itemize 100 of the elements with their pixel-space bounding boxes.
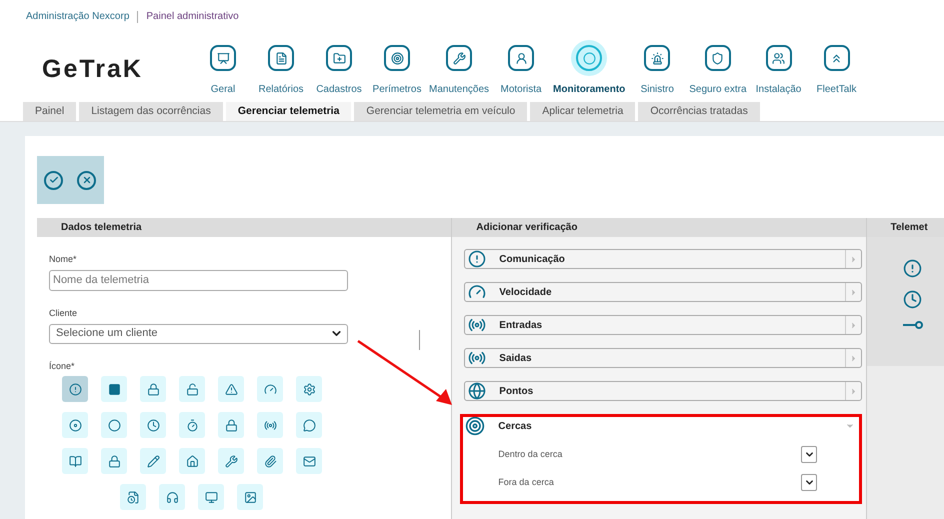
tab[interactable]: Painel bbox=[23, 102, 76, 121]
disc-icon bbox=[68, 418, 82, 432]
check-icon bbox=[48, 175, 58, 185]
icon-option[interactable] bbox=[101, 412, 127, 438]
icon-option[interactable] bbox=[101, 376, 127, 402]
file-clock-icon bbox=[126, 490, 140, 504]
dropdown-button[interactable] bbox=[801, 474, 818, 491]
tab[interactable]: Ocorrências tratadas bbox=[638, 102, 760, 121]
icon-option[interactable] bbox=[296, 412, 322, 438]
icon-option[interactable] bbox=[140, 412, 166, 438]
nav-item[interactable]: Cadastros bbox=[310, 40, 368, 97]
nav-glyph-icon bbox=[216, 52, 230, 64]
alert-icon bbox=[68, 382, 82, 396]
nav-item[interactable]: Seguro extra bbox=[686, 40, 750, 97]
nav-glyph-icon bbox=[390, 52, 404, 64]
icon-option[interactable] bbox=[257, 412, 283, 438]
input-field[interactable]: Nome da telemetria bbox=[49, 270, 348, 290]
lock-icon bbox=[108, 454, 120, 468]
headset-icon bbox=[166, 490, 178, 504]
icon-option[interactable] bbox=[62, 448, 88, 474]
mail-icon bbox=[302, 454, 316, 468]
nav-item[interactable]: Motorista bbox=[492, 40, 550, 97]
icon-option[interactable] bbox=[296, 448, 322, 474]
accordion-icon bbox=[468, 349, 486, 367]
nav-item[interactable]: Monitoramento bbox=[550, 40, 628, 97]
tab[interactable]: Gerenciar telemetria em veículo bbox=[354, 102, 528, 121]
section-header: Telemet bbox=[866, 218, 944, 237]
nav-glyph-icon bbox=[772, 52, 786, 64]
confirm-button[interactable] bbox=[44, 170, 63, 190]
signal-icon bbox=[264, 418, 276, 432]
nav-item[interactable]: Perímetros bbox=[368, 40, 426, 97]
nav-item[interactable]: FleetTalk bbox=[808, 40, 866, 97]
section-header: Adicionar verificação bbox=[452, 218, 866, 237]
nav-item[interactable]: Instalação bbox=[750, 40, 808, 97]
tab[interactable]: Gerenciar telemetria bbox=[226, 102, 352, 121]
icon-option[interactable] bbox=[140, 448, 166, 474]
image-icon bbox=[244, 490, 256, 504]
icon-option[interactable] bbox=[179, 448, 205, 474]
cancel-button[interactable] bbox=[77, 170, 96, 190]
accordion-item[interactable]: Entradas bbox=[464, 315, 862, 335]
pencil-icon bbox=[146, 454, 160, 468]
icon-option[interactable] bbox=[62, 376, 88, 402]
accordion-icon bbox=[468, 316, 486, 334]
option-label: Dentro da cerca bbox=[498, 448, 562, 461]
field-label: Cliente bbox=[49, 307, 78, 320]
section-header: Dados telemetria bbox=[37, 218, 452, 237]
icon-option[interactable] bbox=[218, 376, 244, 402]
nav-glyph-icon bbox=[514, 52, 528, 64]
field-label: Nome* bbox=[49, 253, 78, 266]
toggle-icon bbox=[902, 321, 923, 329]
field-label: Ícone* bbox=[49, 360, 76, 372]
icon-option[interactable] bbox=[179, 376, 205, 402]
warning-icon bbox=[224, 382, 238, 396]
clock-icon bbox=[146, 418, 160, 432]
icon-option[interactable] bbox=[198, 484, 224, 510]
unlock-icon bbox=[186, 382, 198, 396]
icon-option[interactable] bbox=[296, 376, 322, 402]
icon-option[interactable] bbox=[179, 412, 205, 438]
accordion-item[interactable]: Comunicação bbox=[464, 249, 862, 269]
icon-option[interactable] bbox=[120, 484, 146, 510]
breadcrumb-link[interactable]: Administração Nexcorp bbox=[26, 9, 130, 24]
select-field[interactable]: Selecione um cliente bbox=[49, 324, 348, 344]
nav-item[interactable]: Manutenções bbox=[426, 40, 492, 97]
lock-icon bbox=[224, 418, 238, 432]
accordion-title[interactable]: Cercas bbox=[498, 418, 846, 434]
icon-option[interactable] bbox=[218, 412, 244, 438]
tab[interactable]: Listagem das ocorrências bbox=[79, 102, 223, 121]
accordion-item[interactable]: Velocidade bbox=[464, 282, 862, 302]
accordion-item[interactable]: Pontos bbox=[464, 381, 862, 401]
tab[interactable]: Aplicar telemetria bbox=[530, 102, 636, 121]
nav-item[interactable]: Relatórios bbox=[252, 40, 310, 97]
icon-option[interactable] bbox=[159, 484, 185, 510]
nav-item[interactable]: Sinistro bbox=[628, 40, 686, 97]
house-icon bbox=[186, 454, 198, 468]
icon-option[interactable] bbox=[140, 376, 166, 402]
paperclip-icon bbox=[264, 454, 276, 468]
accordion-icon bbox=[468, 283, 486, 301]
nav-glyph-icon bbox=[582, 52, 596, 64]
book-icon bbox=[68, 454, 82, 468]
dropdown-button[interactable] bbox=[801, 446, 818, 463]
nav-item[interactable]: Geral bbox=[194, 40, 252, 97]
gear-icon bbox=[302, 382, 316, 396]
breadcrumb-link[interactable]: Painel administrativo bbox=[146, 9, 239, 24]
icon-option[interactable] bbox=[257, 448, 283, 474]
nav-glyph-icon bbox=[452, 52, 466, 64]
icon-option[interactable] bbox=[237, 484, 263, 510]
wrench-icon bbox=[224, 454, 238, 468]
monitor-icon bbox=[204, 490, 218, 504]
logo: GeTraK bbox=[42, 54, 144, 85]
icon-option[interactable] bbox=[257, 376, 283, 402]
lock-icon bbox=[146, 382, 160, 396]
icon-option[interactable] bbox=[101, 448, 127, 474]
target-icon bbox=[465, 416, 486, 436]
nav-glyph-icon bbox=[650, 52, 664, 64]
nav-glyph-icon bbox=[332, 52, 346, 64]
clock-icon bbox=[902, 290, 922, 309]
icon-option[interactable] bbox=[62, 412, 88, 438]
accordion-item[interactable]: Saidas bbox=[464, 348, 862, 368]
alert-icon bbox=[902, 259, 922, 278]
icon-option[interactable] bbox=[218, 448, 244, 474]
